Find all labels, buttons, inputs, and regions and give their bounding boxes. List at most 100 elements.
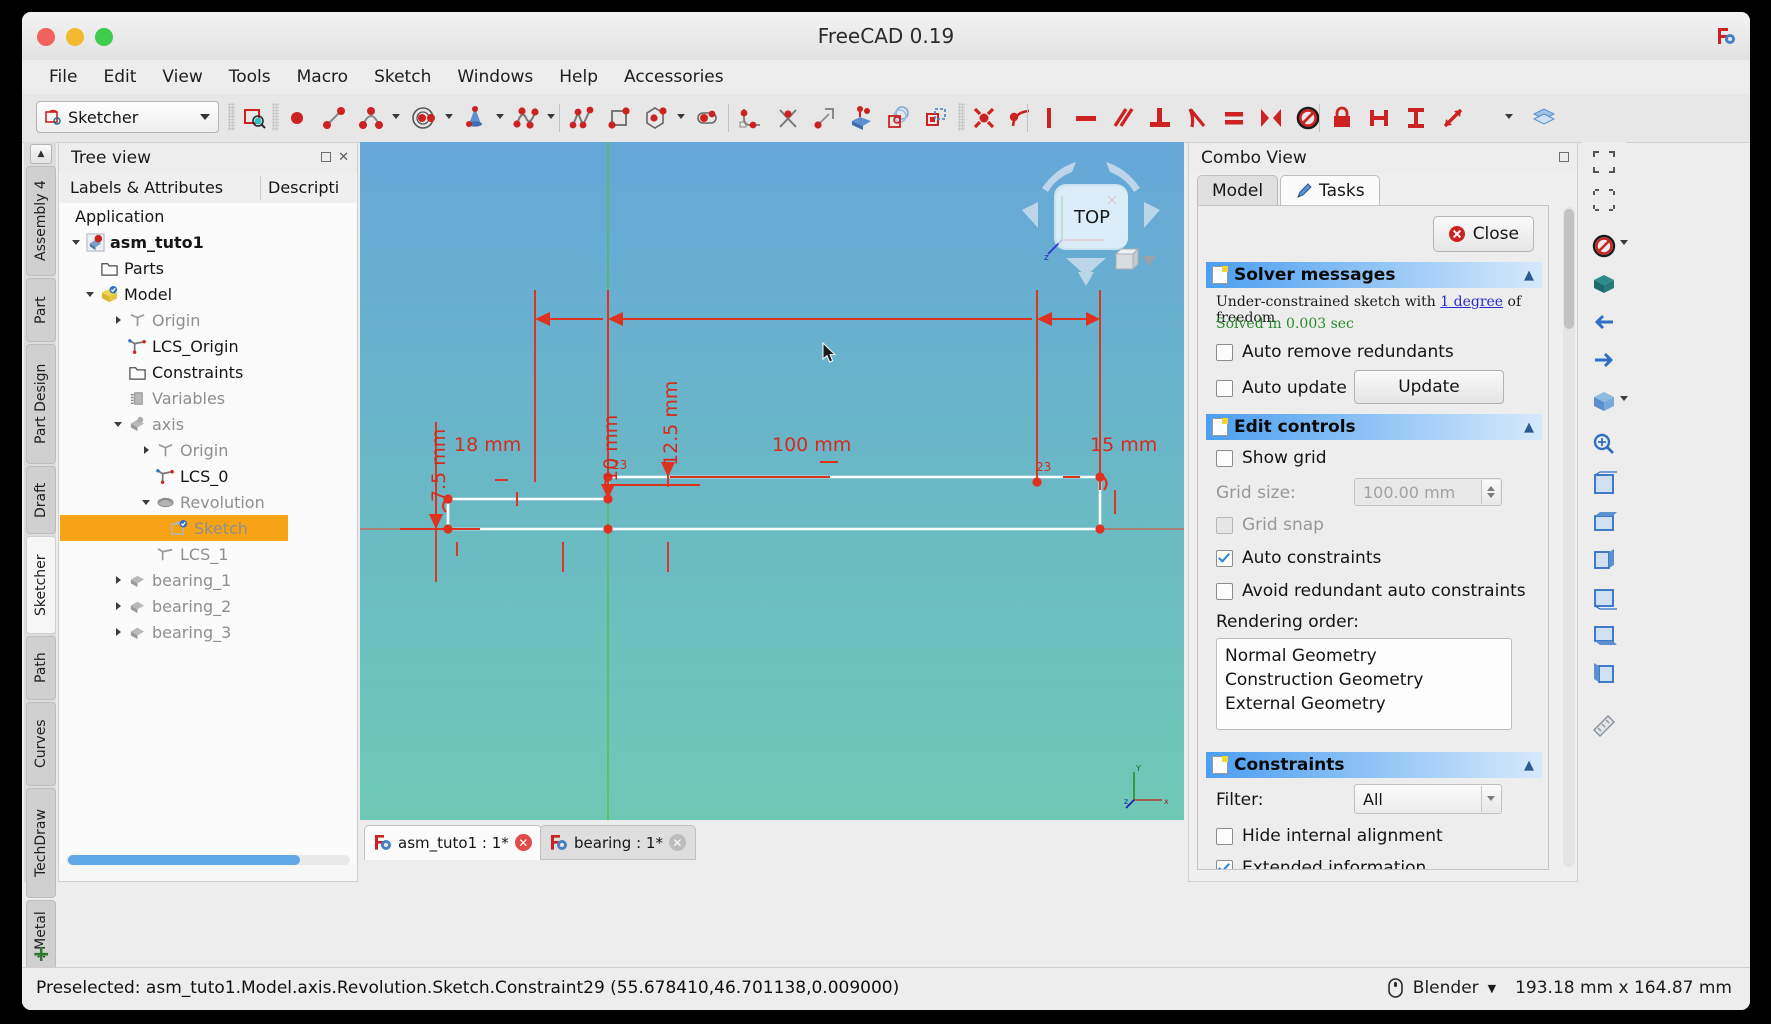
- navigation-cube[interactable]: z TOP: [1016, 150, 1166, 290]
- checkbox[interactable]: [1216, 549, 1233, 567]
- isometric-button[interactable]: [1586, 384, 1622, 420]
- wbtab-draft[interactable]: Draft: [26, 466, 56, 534]
- scrollbar-thumb[interactable]: [68, 855, 300, 865]
- back-view-button[interactable]: [1586, 304, 1622, 340]
- create-rectangle-button[interactable]: [602, 100, 636, 136]
- 3d-viewport[interactable]: z TOP 18 mm 100 mm 15 mm 7.5 mm 10 mm 12…: [360, 142, 1184, 820]
- expand-caret-icon[interactable]: [140, 495, 154, 509]
- expand-caret-icon[interactable]: [70, 235, 84, 249]
- constrain-horizontal-button[interactable]: [1069, 100, 1103, 136]
- tree-item-revolution[interactable]: Revolution: [60, 489, 356, 515]
- add-workbench-button[interactable]: +: [32, 942, 50, 967]
- create-point-button[interactable]: [280, 100, 314, 136]
- constrain-perpendicular-button[interactable]: [1143, 100, 1177, 136]
- wbtab-part-design[interactable]: Part Design: [26, 344, 56, 464]
- chevron-down-icon[interactable]: [496, 114, 504, 119]
- tree-item-parts[interactable]: Parts: [60, 255, 356, 281]
- checkbox[interactable]: [1216, 827, 1233, 845]
- checkbox[interactable]: [1216, 582, 1233, 600]
- external-geometry-button[interactable]: [845, 100, 879, 136]
- constrain-tangent-button[interactable]: [1180, 100, 1214, 136]
- dim-18mm-label[interactable]: 18 mm: [454, 434, 521, 456]
- menu-view[interactable]: View: [149, 67, 215, 87]
- trim-button[interactable]: [771, 100, 805, 136]
- tree-horizontal-scrollbar[interactable]: [60, 853, 356, 867]
- create-polygon-button[interactable]: [639, 100, 673, 136]
- rendering-order-item[interactable]: Construction Geometry: [1225, 668, 1511, 692]
- constrain-symmetric-button[interactable]: [1254, 100, 1288, 136]
- measure-button[interactable]: [1586, 708, 1622, 744]
- show-grid-row[interactable]: Show grid: [1216, 448, 1327, 468]
- menu-tools[interactable]: Tools: [216, 67, 284, 87]
- chevron-down-icon[interactable]: ▼: [1488, 982, 1496, 995]
- create-arc-button[interactable]: [354, 100, 388, 136]
- menu-file[interactable]: File: [36, 67, 90, 87]
- toolbar-grip-2[interactable]: [272, 103, 279, 131]
- expand-caret-icon[interactable]: [140, 443, 154, 457]
- dim-15mm-label[interactable]: 15 mm: [1090, 434, 1157, 456]
- front-view-button[interactable]: [1586, 466, 1622, 502]
- constrain-equal-button[interactable]: [1217, 100, 1251, 136]
- constraints-filter-select[interactable]: All: [1354, 784, 1502, 814]
- create-polyline-button[interactable]: [565, 100, 599, 136]
- auto-update-row[interactable]: Auto update: [1216, 378, 1347, 398]
- right-view-button[interactable]: [1586, 542, 1622, 578]
- expand-caret-icon[interactable]: [112, 417, 126, 431]
- doc-tab-asm-tuto1[interactable]: asm_tuto1 : 1* ✕: [364, 825, 542, 860]
- checkbox[interactable]: [1216, 516, 1233, 534]
- close-doc-tab-button[interactable]: ✕: [668, 834, 686, 851]
- navcube-top-face[interactable]: TOP: [1056, 186, 1128, 248]
- menu-accessories[interactable]: Accessories: [611, 67, 737, 87]
- scrollbar-thumb[interactable]: [1564, 209, 1574, 329]
- wbtab-path[interactable]: Path: [26, 636, 56, 700]
- workbench-selector[interactable]: Sketcher: [36, 101, 219, 133]
- tab-model[interactable]: Model: [1197, 175, 1279, 207]
- dim-100mm-label[interactable]: 100 mm: [772, 434, 851, 456]
- tree-root-application[interactable]: Application: [60, 203, 356, 229]
- constraints-header[interactable]: Constraints ▲: [1206, 752, 1542, 778]
- chevron-down-icon[interactable]: [1505, 114, 1513, 119]
- dim-12-5mm-label[interactable]: 12.5 mm: [660, 381, 682, 466]
- menu-macro[interactable]: Macro: [284, 67, 361, 87]
- grid-size-input[interactable]: 100.00 mm: [1354, 478, 1502, 506]
- column-description[interactable]: Descripti: [268, 178, 339, 197]
- create-circle-button[interactable]: [407, 100, 441, 136]
- close-doc-tab-button[interactable]: ✕: [514, 834, 532, 851]
- left-view-button[interactable]: [1586, 656, 1622, 692]
- chevron-down-icon[interactable]: [547, 114, 555, 119]
- top-view-button[interactable]: [1586, 504, 1622, 540]
- select-all-button[interactable]: [1586, 144, 1622, 180]
- forward-view-button[interactable]: [1586, 342, 1622, 378]
- tab-tasks[interactable]: Tasks: [1280, 175, 1380, 207]
- tree-item-origin[interactable]: Origin: [60, 307, 356, 333]
- wbtab-part[interactable]: Part: [26, 278, 56, 342]
- tree-item-axis[interactable]: axis: [60, 411, 356, 437]
- constrain-distance-button[interactable]: [1436, 100, 1470, 136]
- collapse-chevron-icon[interactable]: ▲: [1524, 268, 1534, 283]
- extend-button[interactable]: [808, 100, 842, 136]
- float-panel-icon[interactable]: [1559, 152, 1569, 162]
- chevron-down-icon[interactable]: [677, 114, 685, 119]
- toolbar-grip-3[interactable]: [958, 103, 965, 131]
- menu-edit[interactable]: Edit: [90, 67, 149, 87]
- constrain-distance-vertical-button[interactable]: [1399, 100, 1433, 136]
- tree-item-lcs-origin[interactable]: LCS_Origin: [60, 333, 356, 359]
- wbtab-curves[interactable]: Curves: [26, 702, 56, 786]
- tree-item-lcs-1[interactable]: LCS_1: [60, 541, 356, 567]
- rendering-order-item[interactable]: Normal Geometry: [1225, 644, 1511, 668]
- tree-item-bearing-2[interactable]: bearing_2: [60, 593, 356, 619]
- toolbar-overflow-button[interactable]: [1527, 100, 1561, 136]
- create-slot-button[interactable]: [690, 100, 724, 136]
- rear-view-button[interactable]: [1586, 580, 1622, 616]
- fillet-button[interactable]: [734, 100, 768, 136]
- dropdown-arrow[interactable]: [1481, 786, 1500, 812]
- menu-help[interactable]: Help: [546, 67, 611, 87]
- hide-internal-alignment-row[interactable]: Hide internal alignment: [1216, 826, 1443, 846]
- tree-item-constraints[interactable]: Constraints: [60, 359, 356, 385]
- column-labels-attributes[interactable]: Labels & Attributes: [70, 178, 223, 197]
- auto-remove-redundants-row[interactable]: Auto remove redundants: [1216, 342, 1454, 362]
- expand-caret-icon[interactable]: [112, 313, 126, 327]
- chevron-down-icon[interactable]: [392, 114, 400, 119]
- doc-tab-bearing[interactable]: bearing : 1* ✕: [540, 825, 696, 860]
- tree-item-variables[interactable]: Variables: [60, 385, 356, 411]
